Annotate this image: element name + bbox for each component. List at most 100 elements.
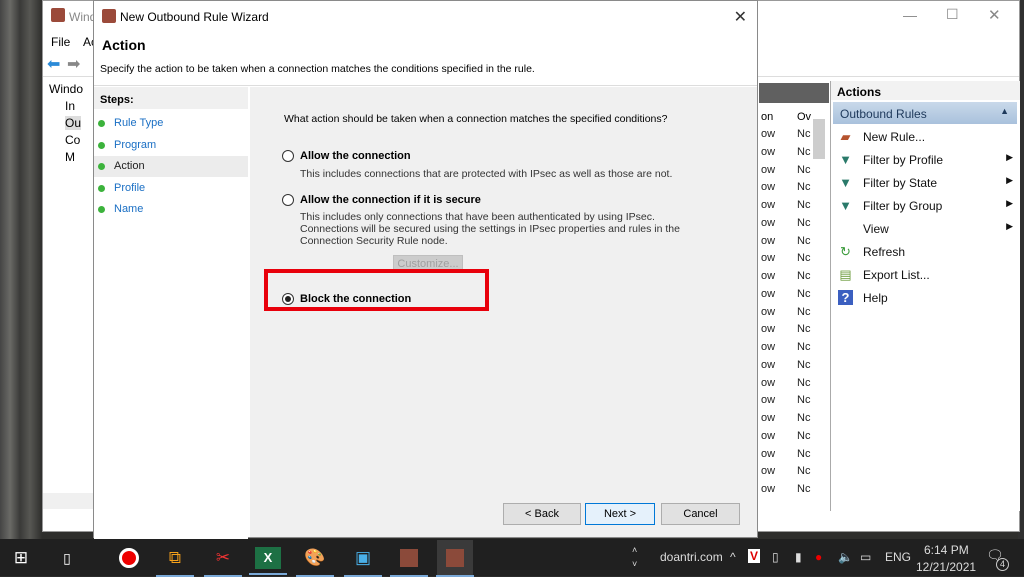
menu-file[interactable]: File xyxy=(51,35,70,49)
toolbar-site-label[interactable]: doantri.com xyxy=(660,550,723,564)
clock-date[interactable]: 12/21/2021 xyxy=(916,560,976,574)
table-row[interactable]: ow Nc xyxy=(759,359,829,376)
record-app-icon[interactable] xyxy=(119,548,139,568)
table-row[interactable]: ow Nc xyxy=(759,306,829,323)
close-button[interactable]: ✕ xyxy=(988,6,1001,24)
radio-allow[interactable] xyxy=(282,150,294,162)
forward-arrow-icon[interactable]: ➡ xyxy=(67,54,80,74)
tree-inbound-rules[interactable]: In xyxy=(65,99,75,113)
tray-chevron-icon[interactable]: ^ xyxy=(730,550,736,564)
control-panel-icon[interactable]: ▣ xyxy=(344,545,382,577)
table-row[interactable]: ow Nc xyxy=(759,217,829,234)
step-status-dot-icon xyxy=(98,163,105,170)
table-row[interactable]: ow Nc xyxy=(759,323,829,340)
cell-action: ow xyxy=(761,483,776,495)
cell-override: Nc xyxy=(797,199,811,211)
cell-override: Nc xyxy=(797,216,811,229)
taskbar-scroll-arrows[interactable]: ˄ ˅ xyxy=(632,543,637,571)
action-new-rule[interactable]: ▰ New Rule... xyxy=(833,126,1017,148)
table-row[interactable]: ow Nc xyxy=(759,270,829,287)
column-header-override[interactable]: Ov xyxy=(797,111,811,123)
option-allow-label[interactable]: Allow the connection xyxy=(300,150,411,162)
table-row[interactable]: ow Nc xyxy=(759,199,829,216)
table-row[interactable]: ow Nc xyxy=(759,341,829,358)
step-program[interactable]: Program xyxy=(94,135,248,156)
table-row[interactable]: ow Nc xyxy=(759,394,829,411)
tree-root[interactable]: Windo xyxy=(49,82,83,96)
refresh-icon: ↻ xyxy=(840,244,851,259)
table-row[interactable]: ow Nc xyxy=(759,412,829,429)
tray-app-v-icon[interactable]: V xyxy=(748,549,761,563)
virtualbox-icon[interactable]: ⧉ xyxy=(156,545,194,577)
export-icon: ▤ xyxy=(839,267,852,282)
action-filter-by-profile[interactable]: ▼ Filter by Profile ▶ xyxy=(833,149,1017,171)
collapse-icon[interactable]: ▲ xyxy=(1000,106,1009,116)
filter-icon: ▼ xyxy=(839,198,852,213)
network-icon[interactable]: ▭ xyxy=(860,550,871,564)
action-filter-by-state[interactable]: ▼ Filter by State ▶ xyxy=(833,172,1017,194)
back-arrow-icon[interactable]: ⬅ xyxy=(47,54,60,74)
table-row[interactable]: ow Nc xyxy=(759,235,829,252)
minimize-button[interactable]: — xyxy=(903,7,917,23)
tree-connection-security[interactable]: Co xyxy=(65,133,80,147)
table-row[interactable]: ow Nc xyxy=(759,252,829,269)
cell-override: Nc xyxy=(797,181,811,194)
tray-device-icon[interactable]: ▯ xyxy=(772,550,779,564)
option-allow-secure-label[interactable]: Allow the connection if it is secure xyxy=(300,194,481,206)
step-action[interactable]: Action xyxy=(94,156,248,177)
actions-pane: Actions Outbound Rules ▲ ▰ New Rule... ▼ Fil… xyxy=(830,81,1020,511)
new-rule-icon: ▰ xyxy=(840,129,851,144)
submenu-arrow-icon: ▶ xyxy=(1006,221,1013,231)
cell-override: Nc xyxy=(797,465,811,478)
table-row[interactable]: ow Nc xyxy=(759,181,829,198)
tray-usb-icon[interactable]: ▮ xyxy=(795,550,802,564)
table-row[interactable]: ow Nc xyxy=(759,465,829,482)
action-label: New Rule... xyxy=(863,130,926,144)
firewall-active-taskbar-icon[interactable] xyxy=(446,549,464,567)
tray-record-icon[interactable]: ● xyxy=(815,550,822,564)
start-button[interactable]: ⊞ xyxy=(8,545,34,571)
maximize-button[interactable]: ☐ xyxy=(946,6,959,23)
cell-action: ow xyxy=(761,341,776,353)
cancel-button[interactable]: Cancel xyxy=(661,503,740,525)
cell-action: ow xyxy=(761,163,776,176)
snipping-tool-icon[interactable]: ✂ xyxy=(204,545,242,577)
action-view[interactable]: View ▶ xyxy=(833,218,1017,240)
action-export-list[interactable]: ▤ Export List... xyxy=(833,264,1017,286)
cell-override: Nc xyxy=(797,128,811,140)
step-rule-type[interactable]: Rule Type xyxy=(94,113,248,134)
back-button[interactable]: < Back xyxy=(503,503,581,525)
cell-action: ow xyxy=(761,305,776,318)
divider xyxy=(94,85,757,86)
actions-section-outbound-rules[interactable]: Outbound Rules ▲ xyxy=(833,102,1017,124)
step-name[interactable]: Name xyxy=(94,199,248,220)
volume-icon[interactable]: 🔈 xyxy=(838,550,853,564)
table-row[interactable]: ow Nc xyxy=(759,288,829,305)
table-row[interactable]: ow Nc xyxy=(759,164,829,181)
tree-monitoring[interactable]: M xyxy=(65,150,75,164)
step-profile[interactable]: Profile xyxy=(94,178,248,199)
paint-icon[interactable]: 🎨 xyxy=(296,545,334,577)
radio-allow-secure[interactable] xyxy=(282,194,294,206)
submenu-arrow-icon: ▶ xyxy=(1006,175,1013,185)
action-filter-by-group[interactable]: ▼ Filter by Group ▶ xyxy=(833,195,1017,217)
excel-icon[interactable]: X xyxy=(249,547,287,575)
cell-override: Nc xyxy=(797,376,811,389)
column-header-action[interactable]: on xyxy=(761,111,773,123)
vertical-scrollbar-thumb[interactable] xyxy=(813,119,825,159)
step-label: Profile xyxy=(114,181,146,194)
table-row[interactable]: ow Nc xyxy=(759,377,829,394)
task-view-icon[interactable]: ▯ xyxy=(54,545,80,571)
table-row[interactable]: ow Nc xyxy=(759,448,829,465)
action-refresh[interactable]: ↻ Refresh xyxy=(833,241,1017,263)
clock-time[interactable]: 6:14 PM xyxy=(924,543,969,557)
language-indicator[interactable]: ENG xyxy=(885,550,911,564)
table-row[interactable]: ow Nc xyxy=(759,483,829,500)
tree-outbound-rules[interactable]: Ou xyxy=(65,116,82,130)
next-button[interactable]: Next > xyxy=(585,503,655,525)
table-row[interactable]: ow Nc xyxy=(759,430,829,447)
highlight-annotation-box xyxy=(264,269,489,311)
firewall-taskbar-icon[interactable] xyxy=(400,549,418,567)
action-help[interactable]: ? Help xyxy=(833,287,1017,309)
dialog-close-button[interactable]: ✕ xyxy=(734,7,747,27)
